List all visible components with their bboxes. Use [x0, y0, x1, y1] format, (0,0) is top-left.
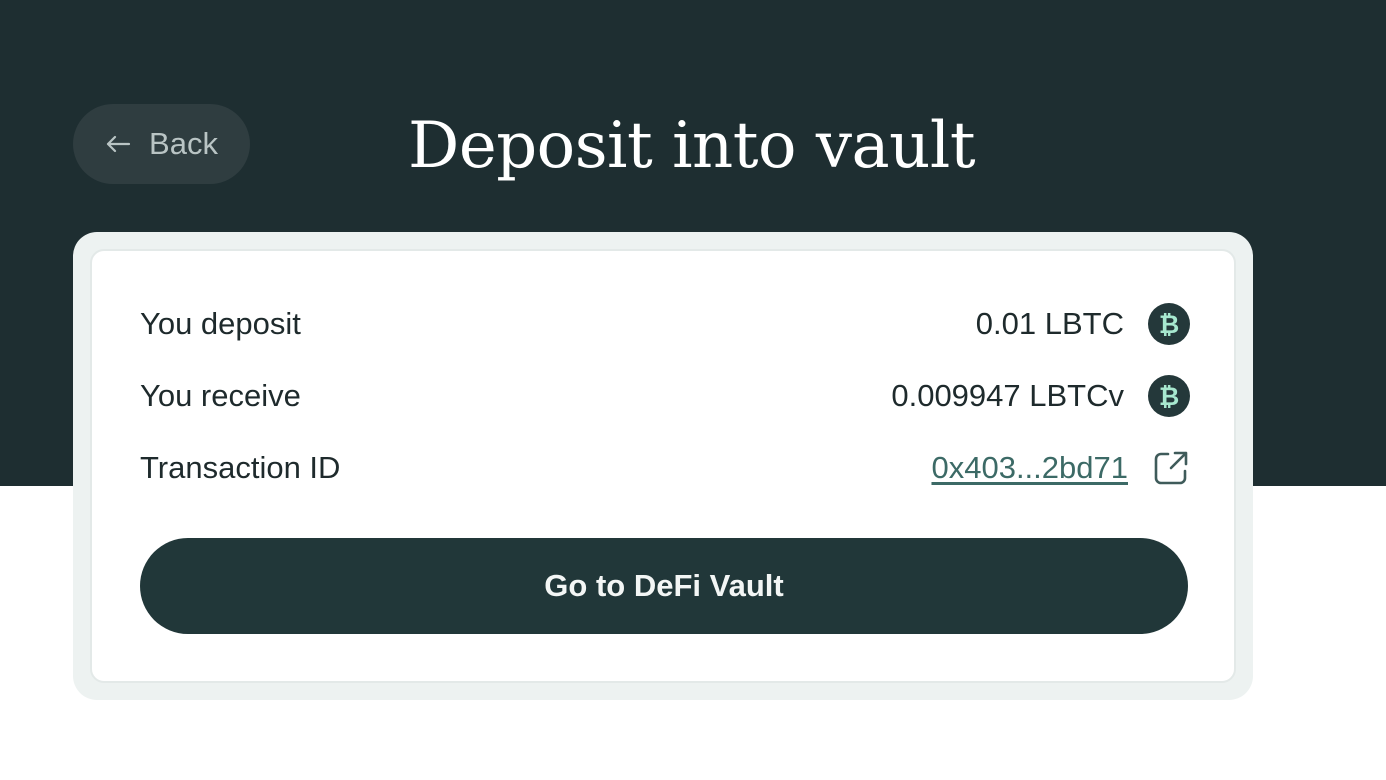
deposit-row: You deposit 0.01 LBTC ₿ [140, 296, 1190, 352]
deposit-amount: 0.01 LBTC [975, 306, 1124, 341]
external-link-icon[interactable] [1152, 449, 1190, 487]
receive-value-group: 0.009947 LBTCv ₿ [891, 375, 1190, 417]
svg-text:₿: ₿ [1159, 382, 1179, 411]
deposit-summary-panel: You deposit 0.01 LBTC ₿ You receive 0.00… [90, 249, 1236, 683]
deposit-label: You deposit [140, 306, 301, 341]
page-title: Deposit into vault [408, 109, 976, 183]
transaction-id-link[interactable]: 0x403...2bd71 [931, 450, 1128, 486]
transaction-value-group: 0x403...2bd71 [931, 449, 1190, 487]
go-to-vault-button[interactable]: Go to DeFi Vault [140, 538, 1188, 634]
deposit-summary-card: You deposit 0.01 LBTC ₿ You receive 0.00… [73, 232, 1253, 700]
bitcoin-icon: ₿ [1148, 303, 1190, 345]
receive-label: You receive [140, 378, 301, 413]
transaction-label: Transaction ID [140, 450, 341, 485]
deposit-value-group: 0.01 LBTC ₿ [976, 303, 1190, 345]
back-button-label: Back [149, 126, 218, 161]
receive-amount: 0.009947 LBTCv [891, 378, 1124, 413]
back-button[interactable]: Back [73, 104, 250, 184]
bitcoin-icon: ₿ [1148, 375, 1190, 417]
transaction-row: Transaction ID 0x403...2bd71 [140, 440, 1190, 496]
receive-row: You receive 0.009947 LBTCv ₿ [140, 368, 1190, 424]
arrow-left-icon [105, 134, 131, 154]
svg-text:₿: ₿ [1159, 310, 1179, 339]
